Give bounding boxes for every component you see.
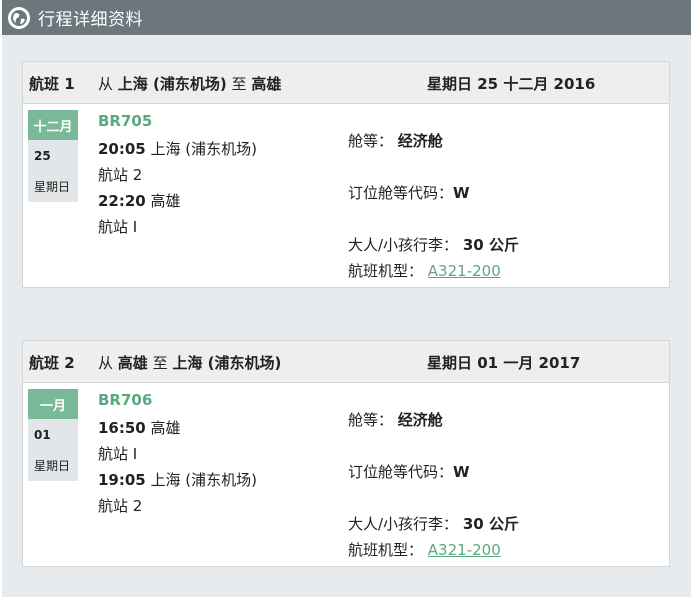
arrival-terminal: 航站 I — [98, 218, 138, 236]
flight-label: 航班 2 — [29, 354, 75, 372]
baggage-allowance: 大人/小孩行李： 30 公斤 — [348, 236, 519, 254]
departure-line: 20:05 上海 (浦东机场) — [98, 140, 258, 158]
date-day: 01 — [34, 428, 51, 442]
arrival-terminal: 航站 2 — [98, 497, 143, 515]
flight-header: 航班 1 从 上海 (浦东机场) 至 高雄 星期日 25 十二月 2016 — [23, 62, 669, 104]
date-day: 25 — [34, 149, 51, 163]
flight-header: 航班 2 从 高雄 至 上海 (浦东机场) 星期日 01 一月 2017 — [23, 341, 669, 383]
departure-line: 16:50 高雄 — [98, 419, 181, 437]
aircraft-link[interactable]: A321-200 — [428, 541, 501, 559]
booking-class: 订位舱等代码：W — [348, 463, 470, 481]
panel-header: 行程详细资料 — [2, 0, 691, 35]
flight-body: 十二月 25 星期日 BR705 20:05 上海 (浦东机场) 航站 2 22… — [23, 104, 669, 287]
flight-route: 从 高雄 至 上海 (浦东机场) — [98, 354, 282, 372]
flight-card-1: 航班 1 从 上海 (浦东机场) 至 高雄 星期日 25 十二月 2016 十二… — [22, 61, 670, 288]
date-weekday: 星期日 — [34, 459, 71, 473]
flight-label: 航班 1 — [29, 75, 75, 93]
aircraft-type: 航班机型： A321-200 — [348, 262, 501, 280]
date-badge: 十二月 25 星期日 — [28, 110, 78, 202]
flight-route: 从 上海 (浦东机场) 至 高雄 — [98, 75, 282, 93]
departure-terminal: 航站 I — [98, 445, 138, 463]
globe-icon — [8, 6, 30, 29]
flight-date: 星期日 25 十二月 2016 — [427, 75, 596, 93]
date-weekday: 星期日 — [34, 180, 71, 194]
flight-number: BR705 — [98, 112, 153, 130]
flight-body: 一月 01 星期日 BR706 16:50 高雄 航站 I 19:05 上海 (… — [23, 383, 669, 566]
flight-date: 星期日 01 一月 2017 — [427, 354, 581, 372]
arrival-line: 19:05 上海 (浦东机场) — [98, 471, 258, 489]
flight-number: BR706 — [98, 391, 153, 409]
page-title: 行程详细资料 — [38, 10, 143, 30]
aircraft-type: 航班机型： A321-200 — [348, 541, 501, 559]
departure-terminal: 航站 2 — [98, 166, 143, 184]
aircraft-link[interactable]: A321-200 — [428, 262, 501, 280]
cabin-class: 舱等： 经济舱 — [348, 411, 443, 429]
arrival-line: 22:20 高雄 — [98, 192, 181, 210]
baggage-allowance: 大人/小孩行李： 30 公斤 — [348, 515, 519, 533]
itinerary-panel: 行程详细资料 航班 1 从 上海 (浦东机场) 至 高雄 星期日 25 十二月 … — [2, 0, 691, 597]
cabin-class: 舱等： 经济舱 — [348, 132, 443, 150]
flight-card-2: 航班 2 从 高雄 至 上海 (浦东机场) 星期日 01 一月 2017 一月 … — [22, 340, 670, 567]
booking-class: 订位舱等代码：W — [348, 184, 470, 202]
date-badge: 一月 01 星期日 — [28, 389, 78, 481]
date-month: 一月 — [28, 389, 78, 419]
date-month: 十二月 — [28, 110, 78, 140]
